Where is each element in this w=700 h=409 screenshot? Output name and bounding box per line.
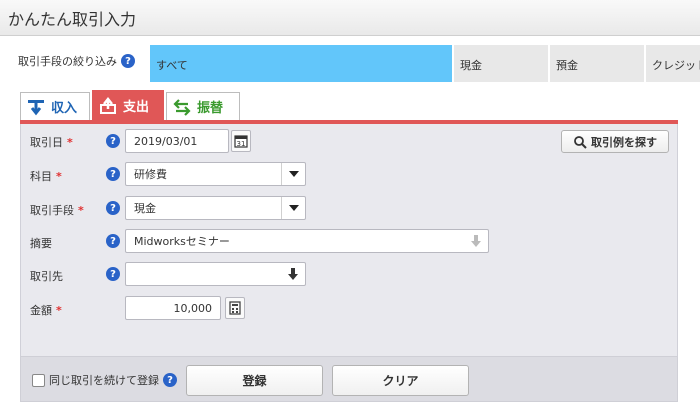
- method-select[interactable]: 現金: [125, 196, 306, 220]
- clear-button[interactable]: クリア: [332, 365, 469, 396]
- register-button[interactable]: 登録: [186, 365, 323, 396]
- help-icon[interactable]: ?: [106, 234, 120, 248]
- calculator-icon[interactable]: [225, 297, 245, 319]
- category-label: 科目 *: [30, 170, 62, 183]
- tab-income[interactable]: 収入: [20, 92, 90, 120]
- chevron-down-icon: [281, 163, 305, 185]
- page-title: かんたん取引入力: [8, 10, 137, 29]
- continue-register-checkbox[interactable]: [32, 373, 45, 387]
- filter-label-group: 取引手段の絞り込み ?: [18, 53, 135, 69]
- tab-transfer[interactable]: 振替: [166, 92, 240, 120]
- arrow-down-icon: [464, 230, 488, 252]
- tab-transfer-label: 振替: [197, 101, 224, 116]
- filter-bar: すべて 現金 預金 クレジット: [150, 45, 700, 82]
- transfer-icon: [173, 98, 191, 116]
- partner-input[interactable]: [125, 262, 306, 286]
- date-label: 取引日 *: [30, 136, 73, 149]
- help-icon[interactable]: ?: [106, 201, 120, 215]
- search-examples-button[interactable]: 取引例を探す: [561, 130, 669, 153]
- tab-expense-label: 支出: [123, 100, 150, 115]
- chevron-down-icon: [281, 197, 305, 219]
- income-icon: [27, 98, 45, 116]
- magnifier-icon: [574, 135, 587, 149]
- help-icon[interactable]: ?: [163, 373, 177, 387]
- tab-expense[interactable]: 支出: [92, 90, 164, 120]
- category-select[interactable]: 研修費: [125, 162, 306, 186]
- arrow-down-icon: [281, 263, 305, 285]
- amount-label: 金額 *: [30, 304, 62, 317]
- method-label: 取引手段 *: [30, 204, 84, 217]
- transaction-type-tabs: 収入 支出 振替: [20, 90, 240, 120]
- filter-cash[interactable]: 現金: [454, 45, 550, 82]
- help-icon[interactable]: ?: [121, 54, 135, 68]
- help-icon[interactable]: ?: [106, 134, 120, 148]
- help-icon[interactable]: ?: [106, 267, 120, 281]
- memo-input[interactable]: Midworksセミナー: [125, 229, 489, 253]
- partner-label: 取引先: [30, 270, 63, 283]
- filter-all[interactable]: すべて: [150, 45, 454, 82]
- help-icon[interactable]: ?: [106, 167, 120, 181]
- svg-text:31: 31: [237, 140, 246, 148]
- expense-icon: [99, 96, 117, 115]
- tab-income-label: 収入: [51, 101, 78, 116]
- filter-label: 取引手段の絞り込み: [18, 55, 117, 68]
- memo-label: 摘要: [30, 237, 52, 250]
- continue-register-option: 同じ取引を続けて登録 ?: [32, 372, 177, 388]
- calendar-icon[interactable]: 31: [231, 130, 251, 152]
- filter-credit[interactable]: クレジット: [646, 45, 700, 82]
- amount-input[interactable]: 10,000: [125, 296, 221, 320]
- filter-deposit[interactable]: 預金: [550, 45, 646, 82]
- date-input[interactable]: 2019/03/01: [125, 129, 229, 153]
- continue-register-label: 同じ取引を続けて登録: [49, 374, 159, 387]
- page-header: かんたん取引入力: [0, 0, 700, 36]
